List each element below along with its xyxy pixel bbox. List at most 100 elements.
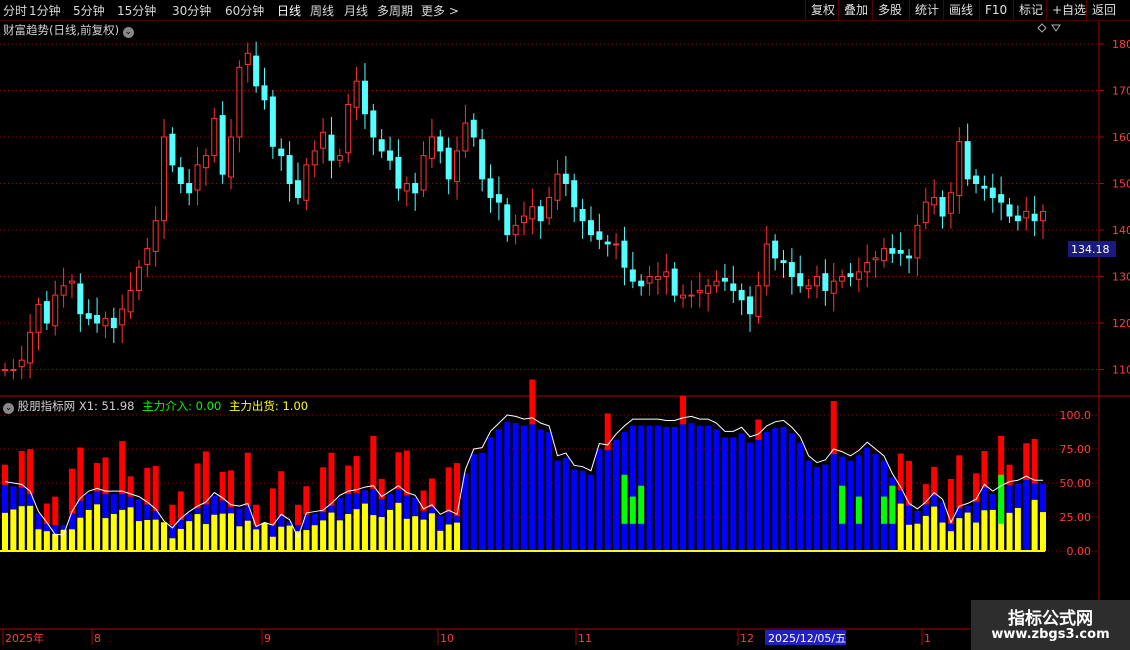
candle-up [813, 276, 820, 287]
back-button[interactable]: 返回 [1086, 0, 1121, 20]
indicator-yellow-bar [294, 531, 301, 551]
tab-daily[interactable]: 日线 [277, 2, 301, 19]
indicator-yellow-bar [345, 514, 352, 551]
indicator-blue-bar [646, 425, 653, 551]
indicator-blue-bar [755, 439, 762, 551]
triangle-down-icon[interactable] [1051, 24, 1061, 32]
indicator-red-bar [931, 466, 938, 496]
add-watchlist-button[interactable]: +自选 [1046, 0, 1091, 20]
indicator-yellow-bar [914, 523, 921, 551]
indicator-red-bar [68, 468, 75, 514]
candle-up [529, 206, 536, 220]
candle-up [613, 243, 620, 246]
candle-up [336, 155, 343, 161]
candle-up [228, 136, 235, 178]
candle-down [780, 260, 787, 264]
candle-up [244, 52, 251, 65]
indicator-red-bar [43, 503, 50, 524]
price-tick-label: 120.0 [1112, 317, 1130, 330]
indicator-yellow-bar [922, 515, 929, 551]
indicator-red-bar [52, 496, 59, 526]
indicator-blue-bar [587, 474, 594, 551]
stock-chart[interactable]: 110.0120.0130.0140.0150.0160.0170.0180.0… [0, 21, 1130, 650]
indicator-yellow-bar [311, 525, 318, 551]
time-axis-label: 10 [440, 632, 454, 645]
indicator-yellow-bar [437, 530, 444, 551]
candle-down [219, 115, 226, 175]
outflow-label: 主力出货: [228, 399, 279, 413]
indicator-yellow-bar [445, 524, 452, 551]
indicator-yellow-bar [43, 531, 50, 551]
indicator-blue-bar [495, 429, 502, 551]
indicator-yellow-bar [2, 512, 8, 551]
multi-stock-button[interactable]: 多股 [872, 0, 907, 20]
statistics-button[interactable]: 统计 [909, 0, 944, 20]
tab-1min[interactable]: 1分钟 [29, 2, 61, 19]
candle-up [546, 196, 553, 219]
candle-up [680, 294, 687, 299]
mark-button[interactable]: 标记 [1013, 0, 1048, 20]
chevron-down-icon[interactable]: ⌄ [3, 403, 14, 414]
draw-line-button[interactable]: 画线 [943, 0, 978, 20]
indicator-yellow-bar [102, 518, 109, 551]
diamond-icon[interactable] [1037, 23, 1047, 33]
indicator-red-bar [152, 466, 159, 511]
candlestick-series [2, 41, 1046, 380]
candle-down [621, 240, 628, 268]
indicator-blue-bar [780, 426, 787, 551]
adjust-button[interactable]: 复权 [805, 0, 840, 20]
candle-down [847, 273, 854, 277]
candle-down [587, 220, 594, 236]
tab-intraday[interactable]: 分时 [3, 2, 27, 19]
overlay-button[interactable]: 叠加 [838, 0, 873, 20]
candle-up [713, 280, 720, 287]
f10-button[interactable]: F10 [979, 0, 1012, 20]
indicator-yellow-bar [387, 509, 394, 551]
tab-60min[interactable]: 60分钟 [225, 2, 264, 19]
indicator-red-bar [395, 452, 402, 489]
tab-30min[interactable]: 30分钟 [172, 2, 211, 19]
time-axis-label: 2025年 [5, 631, 44, 645]
candle-down [788, 262, 795, 277]
tab-monthly[interactable]: 月线 [344, 2, 368, 19]
candle-up [161, 136, 168, 222]
more-menu[interactable]: 更多 > [421, 2, 459, 19]
price-tick-label: 150.0 [1112, 178, 1130, 191]
indicator-yellow-bar [18, 506, 25, 551]
indicator-red-bar [1031, 438, 1038, 484]
indicator-yellow-bar [144, 519, 151, 551]
indicator-red-bar [370, 435, 377, 489]
time-axis-label: 9 [264, 632, 271, 645]
indicator-blue-bar [772, 428, 779, 551]
indicator-blue-bar [571, 469, 578, 551]
candle-down [328, 134, 335, 161]
candle-up [654, 276, 661, 280]
candle-down [1006, 204, 1013, 217]
candle-up [102, 317, 109, 327]
candle-up [353, 80, 360, 108]
tab-weekly[interactable]: 周线 [310, 2, 334, 19]
candle-up [947, 192, 954, 214]
indicator-yellow-bar [110, 514, 117, 551]
indicator-red-bar [956, 455, 963, 509]
candle-up [10, 369, 17, 371]
indicator-blue-bar [671, 426, 678, 551]
indicator-yellow-bar [10, 509, 17, 551]
candle-down [721, 277, 728, 282]
candle-up [956, 141, 963, 197]
tab-multi-period[interactable]: 多周期 [377, 2, 413, 19]
indicator-blue-bar [654, 425, 661, 551]
indicator-blue-bar [1023, 479, 1030, 551]
indicator-yellow-bar [395, 502, 402, 551]
indicator-yellow-bar [353, 509, 360, 551]
indicator-blue-bar [613, 439, 620, 551]
candle-down [294, 180, 301, 198]
indicator-yellow-bar [454, 522, 461, 551]
indicator-green-bar [839, 485, 846, 524]
indicator-yellow-bar [94, 504, 101, 551]
tab-15min[interactable]: 15分钟 [117, 2, 156, 19]
tab-5min[interactable]: 5分钟 [73, 2, 105, 19]
indicator-green-bar [889, 485, 896, 524]
chevron-down-icon[interactable]: ⌄ [122, 27, 134, 38]
indicator-red-bar [428, 478, 435, 508]
